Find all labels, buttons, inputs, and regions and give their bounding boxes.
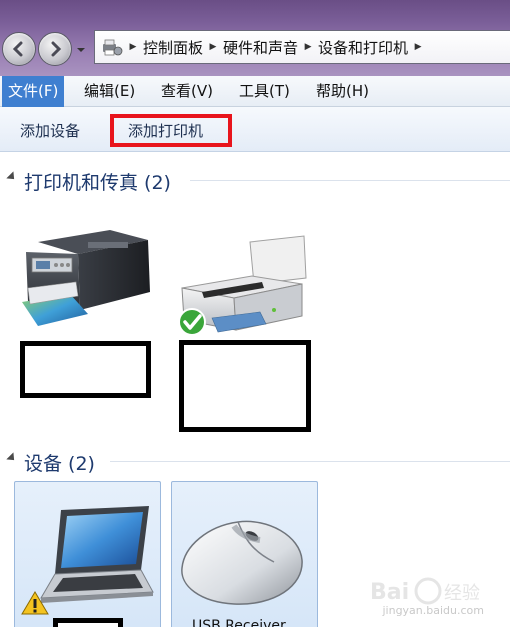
devices-printers-icon	[103, 39, 123, 56]
menu-help[interactable]: 帮助(H)	[310, 76, 375, 107]
computer-name-redacted	[53, 618, 123, 627]
breadcrumb-separator-icon[interactable]: ▶	[301, 42, 315, 52]
recent-pages-dropdown-icon[interactable]	[76, 45, 86, 55]
breadcrumb-separator-icon[interactable]: ▶	[126, 42, 140, 52]
menu-view[interactable]: 查看(V)	[155, 76, 219, 107]
breadcrumb-devices-printers[interactable]: 设备和打印机	[318, 37, 408, 58]
address-bar[interactable]: ▶ 控制面板 ▶ 硬件和声音 ▶ 设备和打印机 ▶	[94, 30, 510, 64]
mouse-icon	[181, 520, 303, 605]
highlight-annotation-box	[110, 114, 232, 147]
devices-group-title: 设备 (2)	[24, 453, 95, 475]
svg-text:经验: 经验	[444, 583, 480, 604]
collapse-arrow-icon[interactable]	[6, 452, 18, 464]
breadcrumb-control-panel[interactable]: 控制面板	[143, 37, 203, 58]
group-divider	[190, 180, 510, 181]
collapse-arrow-icon[interactable]	[6, 171, 18, 183]
device-tile-mouse[interactable]: USB Receiver	[171, 481, 318, 627]
printers-group-header[interactable]: 打印机和传真 (2)	[0, 168, 510, 194]
multifunction-printer-icon[interactable]	[18, 222, 158, 326]
devices-group-header[interactable]: 设备 (2)	[0, 449, 510, 475]
printer-2-name-redacted	[179, 340, 311, 432]
breadcrumb-separator-icon[interactable]: ▶	[206, 42, 220, 52]
window-titlebar: ▶ 控制面板 ▶ 硬件和声音 ▶ 设备和打印机 ▶	[0, 0, 510, 76]
svg-text:Bai: Bai	[370, 580, 409, 605]
menu-bar: 文件(F) 编辑(E) 查看(V) 工具(T) 帮助(H)	[0, 76, 510, 107]
warning-icon	[21, 591, 49, 615]
command-bar: 添加设备 添加打印机	[0, 107, 510, 152]
menu-tools[interactable]: 工具(T)	[233, 76, 296, 107]
breadcrumb-hardware-sound[interactable]: 硬件和声音	[223, 37, 298, 58]
menu-edit[interactable]: 编辑(E)	[78, 76, 141, 107]
menu-file[interactable]: 文件(F)	[2, 76, 65, 107]
watermark-url: jingyan.baidu.com	[382, 604, 484, 617]
inkjet-printer-icon[interactable]	[172, 232, 312, 340]
printers-group-title: 打印机和传真 (2)	[24, 172, 171, 194]
mouse-device-name: USB Receiver	[192, 618, 286, 627]
group-divider	[110, 461, 510, 462]
printer-1-name-redacted	[20, 341, 151, 398]
device-tile-computer[interactable]	[14, 481, 161, 627]
arrow-left-icon	[12, 41, 23, 57]
breadcrumb-separator-icon[interactable]: ▶	[411, 42, 425, 52]
add-device-button[interactable]: 添加设备	[20, 120, 80, 141]
forward-button[interactable]	[38, 32, 72, 66]
back-button[interactable]	[2, 32, 36, 66]
arrow-right-icon	[51, 41, 62, 57]
